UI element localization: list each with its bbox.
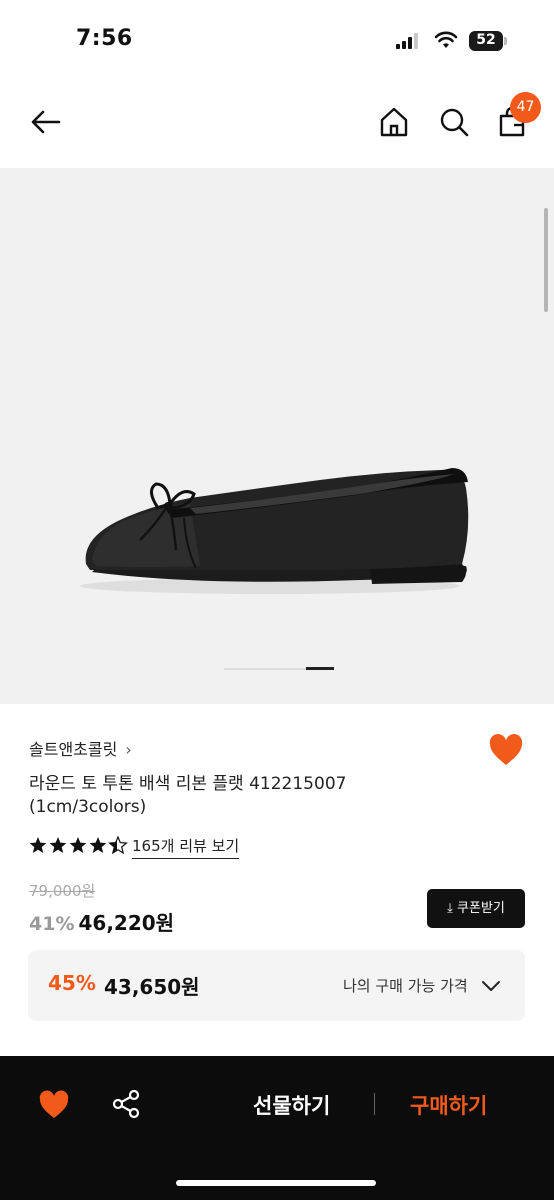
price-row: 41% 46,220원	[29, 907, 174, 935]
chevron-right-icon: ›	[125, 740, 132, 759]
top-nav	[0, 80, 554, 168]
divider	[374, 1093, 375, 1115]
home-icon[interactable]	[376, 104, 412, 140]
chevron-down-icon	[482, 981, 500, 991]
cart-count-badge: 47	[510, 92, 541, 123]
home-indicator[interactable]	[176, 1180, 376, 1186]
search-icon[interactable]	[436, 104, 472, 140]
carousel-indicator-active	[306, 667, 334, 670]
gift-button[interactable]: 선물하기	[253, 1090, 330, 1120]
best-price: 43,650원	[104, 975, 200, 999]
share-icon[interactable]	[110, 1088, 142, 1120]
best-price-dropdown[interactable]: 45% 43,650원 나의 구매 가능 가격	[28, 950, 525, 1021]
product-title-line2: (1cm/3colors)	[29, 797, 147, 817]
sale-price: 46,220원	[78, 911, 175, 935]
review-link[interactable]: 165개 리뷰 보기	[132, 835, 240, 859]
signal-icon	[396, 33, 418, 49]
back-arrow-icon[interactable]	[28, 104, 64, 140]
scrollbar[interactable]	[544, 208, 548, 312]
brand-name: 솔트앤초콜릿	[29, 740, 118, 759]
battery-icon: 52	[469, 31, 507, 51]
original-price: 79,000원	[29, 882, 96, 900]
buy-button[interactable]: 구매하기	[410, 1090, 487, 1120]
product-title-line1: 라운드 토 투톤 배색 리본 플랫 412215007	[29, 774, 347, 794]
status-bar: 7:56 52	[0, 0, 554, 80]
wifi-icon	[434, 31, 458, 48]
brand-link[interactable]: 솔트앤초콜릿 ›	[29, 736, 132, 759]
wishlist-heart-icon[interactable]	[38, 1090, 70, 1120]
discount-percent: 41%	[29, 913, 75, 935]
bottom-action-bar: 선물하기 구매하기	[0, 1056, 554, 1200]
status-time: 7:56	[76, 26, 133, 51]
coupon-download-button[interactable]: ⤓ 쿠폰받기	[427, 889, 525, 928]
wishlist-heart-icon[interactable]	[488, 734, 524, 768]
product-image-carousel[interactable]	[0, 168, 554, 704]
product-shoe-image	[80, 468, 469, 594]
best-price-label: 나의 구매 가능 가격	[343, 977, 468, 995]
battery-level: 52	[476, 32, 496, 48]
best-discount-percent: 45%	[48, 971, 96, 995]
star-rating-icon	[29, 836, 128, 855]
